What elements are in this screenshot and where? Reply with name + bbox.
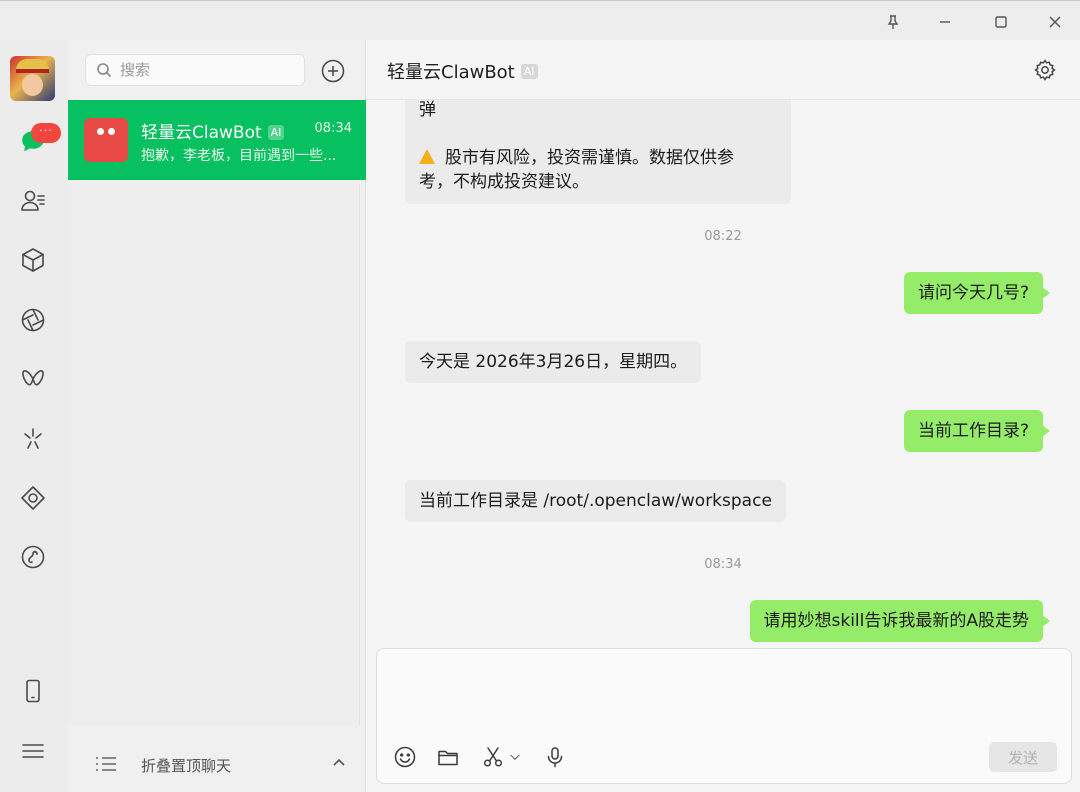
- warning-icon: [419, 149, 435, 164]
- bot-message[interactable]: 今天是 2026年3月26日，星期四。: [405, 341, 702, 383]
- bot-avatar: [84, 118, 128, 162]
- add-chat-button[interactable]: [320, 58, 346, 84]
- mini-programs-icon[interactable]: [16, 540, 50, 574]
- minimize-button[interactable]: [930, 7, 960, 37]
- chat-preview: 抱歉，李老板，目前遇到一些...: [141, 148, 337, 164]
- message-list[interactable]: 弹 股市有风险，投资需谨慎。数据仅供参 考，不构成投资建议。 08:22 请问今…: [366, 100, 1080, 648]
- moments-icon[interactable]: [16, 303, 50, 337]
- bot-message[interactable]: 弹 股市有风险，投资需谨慎。数据仅供参 考，不构成投资建议。: [405, 100, 791, 204]
- plus-circle-icon: [321, 59, 345, 83]
- message-line-row: 股市有风险，投资需谨慎。数据仅供参: [419, 146, 777, 170]
- chat-name: 轻量云ClawBot: [141, 123, 262, 143]
- gear-icon: [1034, 59, 1056, 81]
- close-button[interactable]: [1040, 7, 1070, 37]
- search-input[interactable]: [120, 61, 290, 79]
- message-composer: 发送: [376, 648, 1072, 784]
- message-input[interactable]: [389, 659, 1059, 733]
- channels-icon[interactable]: [16, 362, 50, 396]
- search-discover-icon[interactable]: [16, 481, 50, 515]
- chat-list-item[interactable]: 轻量云ClawBot AI 08:34 抱歉，李老板，目前遇到一些...: [68, 100, 366, 180]
- phone-icon[interactable]: [16, 674, 50, 708]
- search-box[interactable]: [85, 54, 305, 86]
- emoji-icon[interactable]: [393, 745, 419, 771]
- conversation-title: 轻量云ClawBot: [387, 62, 515, 83]
- user-avatar[interactable]: [10, 56, 55, 101]
- ai-tag: AI: [520, 64, 538, 79]
- fold-label: 折叠置顶聊天: [141, 757, 232, 775]
- menu-icon[interactable]: [16, 734, 50, 768]
- microphone-icon[interactable]: [543, 745, 569, 771]
- message-timestamp: 08:34: [704, 557, 742, 572]
- chat-list-pane: 轻量云ClawBot AI 08:34 抱歉，李老板，目前遇到一些... 折叠置顶…: [68, 40, 366, 792]
- chevron-down-icon[interactable]: [508, 745, 524, 771]
- chat-settings-button[interactable]: [1033, 58, 1057, 82]
- discover-icon[interactable]: [16, 422, 50, 456]
- message-line: 考，不构成投资建议。: [419, 172, 589, 192]
- list-icon: [94, 754, 118, 774]
- conversation-pane: 轻量云ClawBot AI 弹 股市有风险，投资需谨慎。数据仅供参 考，不构成投资…: [366, 40, 1080, 792]
- message-line: 股市有风险，投资需谨慎。数据仅供参: [445, 148, 734, 168]
- conversation-header: 轻量云ClawBot AI: [366, 40, 1080, 100]
- chat-name-row: 轻量云ClawBot AI: [141, 118, 285, 143]
- bot-message[interactable]: 当前工作目录是 /root/.openclaw/workspace: [405, 480, 786, 522]
- search-icon: [97, 63, 112, 78]
- message-line: 弹: [419, 100, 436, 120]
- scissors-icon[interactable]: [481, 745, 507, 771]
- message-timestamp: 08:22: [704, 229, 742, 244]
- unread-badge: ···: [31, 123, 61, 143]
- send-button[interactable]: 发送: [989, 742, 1057, 772]
- folder-icon[interactable]: [436, 745, 462, 771]
- chat-list-empty-area: [68, 184, 360, 726]
- my-message[interactable]: 当前工作目录?: [903, 410, 1051, 452]
- nav-rail: ···: [0, 40, 68, 792]
- chat-time: 08:34: [314, 121, 352, 136]
- pin-icon[interactable]: [878, 7, 908, 37]
- chevron-up-icon[interactable]: [330, 754, 348, 772]
- window-titlebar: [0, 0, 1080, 40]
- box-icon[interactable]: [16, 243, 50, 277]
- fold-pinned-chats[interactable]: 折叠置顶聊天: [68, 740, 366, 792]
- maximize-button[interactable]: [986, 7, 1016, 37]
- contacts-icon[interactable]: [16, 184, 50, 218]
- conversation-title-row: 轻量云ClawBot AI: [387, 58, 538, 84]
- ai-tag: AI: [267, 125, 285, 140]
- my-message[interactable]: 请问今天几号?: [903, 272, 1051, 314]
- my-message[interactable]: 请用妙想skill告诉我最新的A股走势: [749, 600, 1050, 642]
